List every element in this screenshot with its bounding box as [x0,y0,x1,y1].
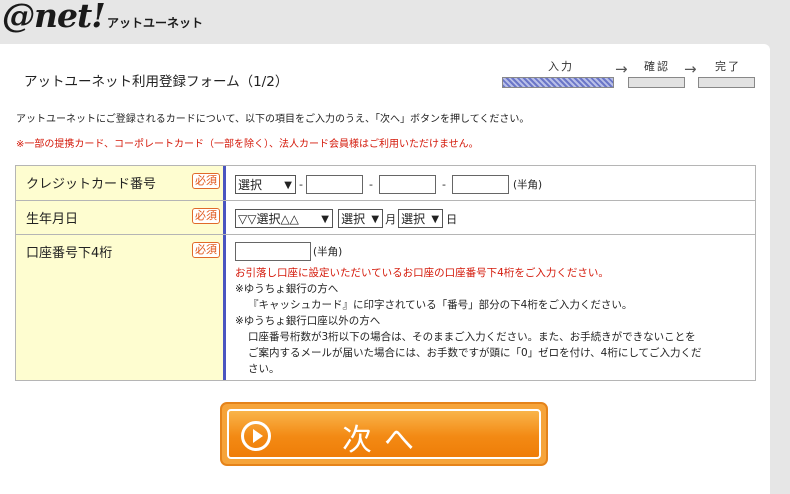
next-button-face[interactable]: 次へ [227,409,541,459]
era-year-select-value: ▽▽選択△△ [238,212,299,226]
day-select[interactable]: 選択 ▼ [398,209,444,228]
card-brand-select-value: 選択 [238,178,263,192]
card-number-field-1[interactable] [305,175,363,194]
account-last4-value-cell: (半角) お引落し口座に設定いただいているお口座の口座番号下4桁をご入力ください… [226,235,755,380]
half-width-note: (半角) [313,246,343,258]
other-bank-note-line-2: ご案内するメールが届いた場合には、お手数ですが頭に「0」ゼロを付け、4桁にしてご… [248,347,702,359]
chevron-down-icon: ▼ [284,180,292,191]
card-brand-select[interactable]: 選択 ▼ [235,175,296,194]
account-last4-input[interactable] [235,242,311,261]
required-badge: 必須 [192,173,220,189]
step-arrow-icon: → [615,60,628,78]
card-number-field-3[interactable] [451,175,509,194]
step-arrow-icon: → [684,60,697,78]
card-number-label: クレジットカード番号 [26,177,157,192]
separator: - [299,178,303,191]
step-confirm-bar [628,77,685,88]
required-badge: 必須 [192,208,220,224]
form-row-card-number: クレジットカード番号 必須 選択 ▼ - - - (半角) [16,166,755,201]
step-input-bar [502,77,614,88]
logo[interactable]: @net! [2,0,106,35]
era-year-select[interactable]: ▽▽選択△△ ▼ [235,209,333,228]
day-unit: 日 [446,212,458,226]
birth-date-value-cell: ▽▽選択△△ ▼ 選択 ▼ 月選択 ▼ 日 [226,201,755,234]
chevron-down-icon: ▼ [321,214,329,225]
card-number-label-cell: クレジットカード番号 必須 [16,166,226,200]
next-button[interactable]: 次へ [220,402,548,466]
next-button-label: 次へ [342,423,426,458]
card-number-value-cell: 選択 ▼ - - - (半角) [226,166,755,200]
card-number-field-2[interactable] [378,175,436,194]
step-complete-bar [698,77,755,88]
step-confirm-label: 確認 [644,60,670,73]
other-bank-note-line-3: さい。 [248,363,280,375]
yucho-note-body: 『キャッシュカード』に印字されている「番号」部分の下4桁をご入力ください。 [248,299,633,311]
yucho-note-heading: ※ゆうちょ銀行の方へ [235,283,339,295]
required-badge: 必須 [192,242,220,258]
month-select[interactable]: 選択 ▼ [338,209,384,228]
page-title: アットユーネット利用登録フォーム（1/2） [24,74,289,90]
account-last4-label: 口座番号下4桁 [26,246,113,261]
step-input-label: 入力 [548,60,574,73]
birth-date-label-cell: 生年月日 必須 [16,201,226,234]
birth-date-label: 生年月日 [26,212,79,227]
header: @net! アットユーネット [0,0,790,42]
separator: - [368,178,373,191]
day-select-value: 選択 [401,212,426,226]
step-complete-label: 完了 [715,60,741,73]
other-bank-note-line-1: 口座番号桁数が3桁以下の場合は、そのままご入力ください。また、お手続きができない… [248,331,696,343]
half-width-note: (半角) [512,179,543,191]
account-note-red: お引落し口座に設定いただいているお口座の口座番号下4桁をご入力ください。 [235,267,609,279]
intro-text: アットユーネットにご登録されるカードについて、以下の項目をご入力のうえ、「次へ」… [16,114,530,125]
other-bank-note-heading: ※ゆうちょ銀行口座以外の方へ [235,315,381,327]
account-last4-label-cell: 口座番号下4桁 必須 [16,235,226,380]
notice-text: ※一部の提携カード、コーポレートカード（一部を除く）、法人カード会員様はご利用い… [16,139,479,150]
month-unit: 月 [385,212,397,226]
chevron-down-icon: ▼ [371,214,380,225]
month-select-value: 選択 [341,212,366,226]
form-row-birth-date: 生年月日 必須 ▽▽選択△△ ▼ 選択 ▼ 月選択 ▼ 日 [16,201,755,235]
form-row-account-last4: 口座番号下4桁 必須 (半角) お引落し口座に設定いただいているお口座の口座番号… [16,235,755,380]
separator: - [441,178,446,191]
registration-form: クレジットカード番号 必須 選択 ▼ - - - (半角) 生年月日 必須 ▽▽選択△△ ▼… [15,165,756,381]
logo-subtitle: アットユーネット [107,16,204,30]
progress-steps: 入力 確認 完了 → → [502,58,762,92]
chevron-down-icon: ▼ [431,214,440,225]
